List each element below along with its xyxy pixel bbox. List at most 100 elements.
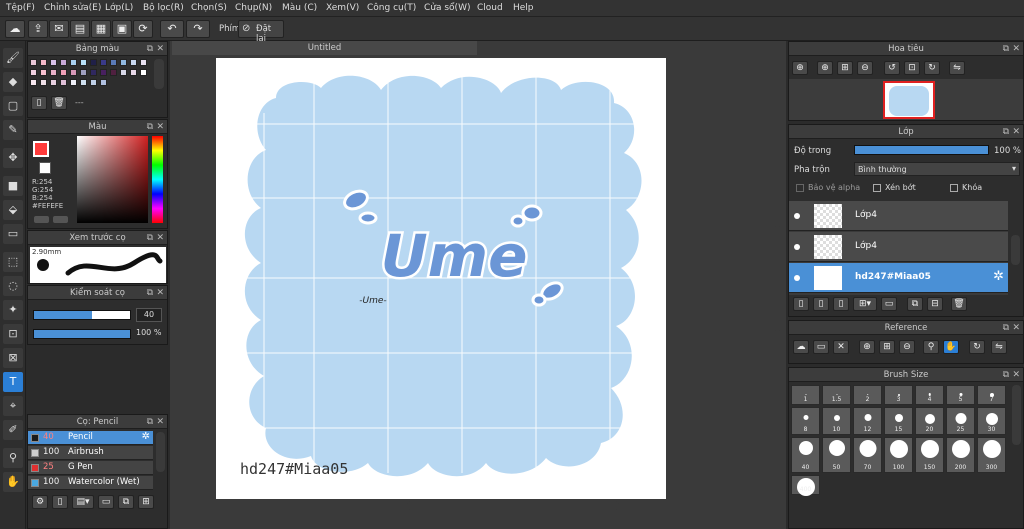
saturation-value-square[interactable] xyxy=(77,136,148,223)
brush-opacity-slider[interactable] xyxy=(33,329,131,339)
brush-size-cell[interactable]: 300 xyxy=(977,437,1006,473)
maximize-icon[interactable]: ⧉ xyxy=(147,415,153,429)
new-layer-3-icon[interactable]: ▯ xyxy=(833,297,849,311)
menu-file[interactable]: Tệp(F) xyxy=(6,3,35,13)
menu-capture[interactable]: Chụp(N) xyxy=(235,3,272,13)
close-icon[interactable]: ✕ xyxy=(1012,321,1020,335)
hue-slider[interactable] xyxy=(152,136,163,223)
brush-size-cell[interactable]: 40 xyxy=(791,437,820,473)
paste-icon[interactable]: ⊞ xyxy=(138,495,154,509)
brush-list-item[interactable]: 100 Airbrush xyxy=(28,446,153,460)
palette-swatch[interactable] xyxy=(50,59,57,66)
palette-swatch[interactable] xyxy=(120,59,127,66)
menu-color[interactable]: Màu (C) xyxy=(282,3,317,13)
add-brush-icon[interactable]: ▯ xyxy=(52,495,68,509)
maximize-icon[interactable]: ⧉ xyxy=(147,231,153,245)
close-icon[interactable]: ✕ xyxy=(156,286,164,300)
palette-swatch[interactable] xyxy=(110,59,117,66)
palette-swatch[interactable] xyxy=(80,69,87,76)
move-tool-icon[interactable]: ✥ xyxy=(3,148,23,168)
maximize-icon[interactable]: ⧉ xyxy=(147,42,153,56)
rotate-right-icon[interactable]: ↻ xyxy=(924,61,940,75)
brush-size-cell[interactable]: 1 xyxy=(791,385,820,405)
rotate-left-icon[interactable]: ↺ xyxy=(884,61,900,75)
palette-swatch[interactable] xyxy=(30,79,37,86)
brush-size-cell[interactable]: 5 xyxy=(946,385,975,405)
palette-swatch[interactable] xyxy=(60,69,67,76)
page-icon[interactable]: ▣ xyxy=(112,20,132,38)
magic-wand-icon[interactable]: ✦ xyxy=(3,300,23,320)
palette-swatch[interactable] xyxy=(90,69,97,76)
brush-list-item[interactable]: 25 G Pen xyxy=(28,461,153,475)
rotate-icon[interactable]: ⟳ xyxy=(133,20,153,38)
close-icon[interactable]: ✕ xyxy=(156,415,164,429)
palette-swatch[interactable] xyxy=(90,79,97,86)
menu-layer[interactable]: Lớp(L) xyxy=(105,3,133,13)
layer-row[interactable]: Lớp4 xyxy=(789,232,1008,262)
brush-size-slider[interactable] xyxy=(33,310,131,320)
maximize-icon[interactable]: ⧉ xyxy=(147,120,153,134)
brush-size-cell[interactable]: 15 xyxy=(884,407,913,435)
brush-size-cell[interactable]: 200 xyxy=(946,437,975,473)
menu-tools[interactable]: Công cụ(T) xyxy=(367,3,416,13)
palette-swatch[interactable] xyxy=(40,69,47,76)
brush-size-cell[interactable]: 10 xyxy=(822,407,851,435)
fill-rect-tool-icon[interactable]: ■ xyxy=(3,176,23,196)
rectangle-tool-icon[interactable]: ▢ xyxy=(3,96,23,116)
maximize-icon[interactable]: ⧉ xyxy=(1003,368,1009,382)
menu-filter[interactable]: Bộ lọc(R) xyxy=(143,3,184,13)
brush-size-input[interactable]: 40 xyxy=(136,308,162,322)
open-folder-icon[interactable]: ▭ xyxy=(813,340,829,354)
navigator-viewport[interactable] xyxy=(883,81,935,119)
bucket-tool-icon[interactable]: ⬙ xyxy=(3,200,23,220)
brush-size-cell[interactable]: 25 xyxy=(946,407,975,435)
maximize-icon[interactable]: ⧉ xyxy=(1003,321,1009,335)
operation-tool-icon[interactable]: ⌖ xyxy=(3,396,23,416)
close-icon[interactable]: ✕ xyxy=(1012,368,1020,382)
menu-select[interactable]: Chọn(S) xyxy=(191,3,227,13)
ref-hand-icon[interactable]: ✋ xyxy=(943,340,959,354)
gradient-tool-icon[interactable]: ▭ xyxy=(3,224,23,244)
palette-swatch[interactable] xyxy=(120,69,127,76)
color-mode-button[interactable] xyxy=(34,216,49,223)
close-icon[interactable]: ✕ xyxy=(1012,125,1020,139)
layer-opacity-slider[interactable] xyxy=(854,145,989,155)
lasso-icon[interactable]: ◌ xyxy=(3,276,23,296)
clipping-checkbox[interactable] xyxy=(873,184,881,192)
brush-size-cell[interactable]: 4 xyxy=(915,385,944,405)
layer-row[interactable]: Lớp4 xyxy=(789,201,1008,231)
palette-swatch[interactable] xyxy=(70,69,77,76)
brush-size-cell[interactable]: 70 xyxy=(853,437,882,473)
text-tool-icon[interactable]: T xyxy=(3,372,23,392)
palette-swatch[interactable] xyxy=(30,59,37,66)
color-mode-button-2[interactable] xyxy=(53,216,68,223)
comment-icon[interactable]: ▤ xyxy=(70,20,90,38)
fit-icon[interactable]: ⊞ xyxy=(837,61,853,75)
canvas-hscroll[interactable] xyxy=(407,501,619,510)
menu-view[interactable]: Xem(V) xyxy=(326,3,359,13)
brush-size-cell[interactable]: 100 xyxy=(884,437,913,473)
hand-tool-icon[interactable]: ✋ xyxy=(3,472,23,492)
brush-size-cell[interactable]: 20 xyxy=(915,407,944,435)
palette-swatch[interactable] xyxy=(60,59,67,66)
brush-size-scrollbar[interactable] xyxy=(1012,385,1021,445)
brush-size-cell[interactable]: 7 xyxy=(977,385,1006,405)
gear-icon[interactable]: ✲ xyxy=(142,431,150,442)
palette-swatch[interactable] xyxy=(140,59,147,66)
palette-swatch[interactable] xyxy=(100,59,107,66)
palette-swatch[interactable] xyxy=(130,69,137,76)
close-ref-icon[interactable]: ✕ xyxy=(833,340,849,354)
ref-flip-icon[interactable]: ⇋ xyxy=(991,340,1007,354)
palette-swatch[interactable] xyxy=(80,59,87,66)
brush-list-scrollbar[interactable] xyxy=(156,432,165,472)
layer-row[interactable]: hd247#Miaa05 ✲ xyxy=(789,263,1008,293)
palette-swatch[interactable] xyxy=(100,79,107,86)
new-palette-icon[interactable]: ▯ xyxy=(31,96,47,110)
eraser-tool-icon[interactable]: ◆ xyxy=(3,72,23,92)
ref-zoom-in-icon[interactable]: ⊕ xyxy=(859,340,875,354)
cloud-icon[interactable]: ☁ xyxy=(5,20,25,38)
menu-cloud[interactable]: Cloud xyxy=(477,3,503,13)
foreground-color[interactable] xyxy=(33,141,49,157)
palette-scrollbar[interactable] xyxy=(154,59,164,89)
visibility-dot-icon[interactable] xyxy=(794,244,800,250)
